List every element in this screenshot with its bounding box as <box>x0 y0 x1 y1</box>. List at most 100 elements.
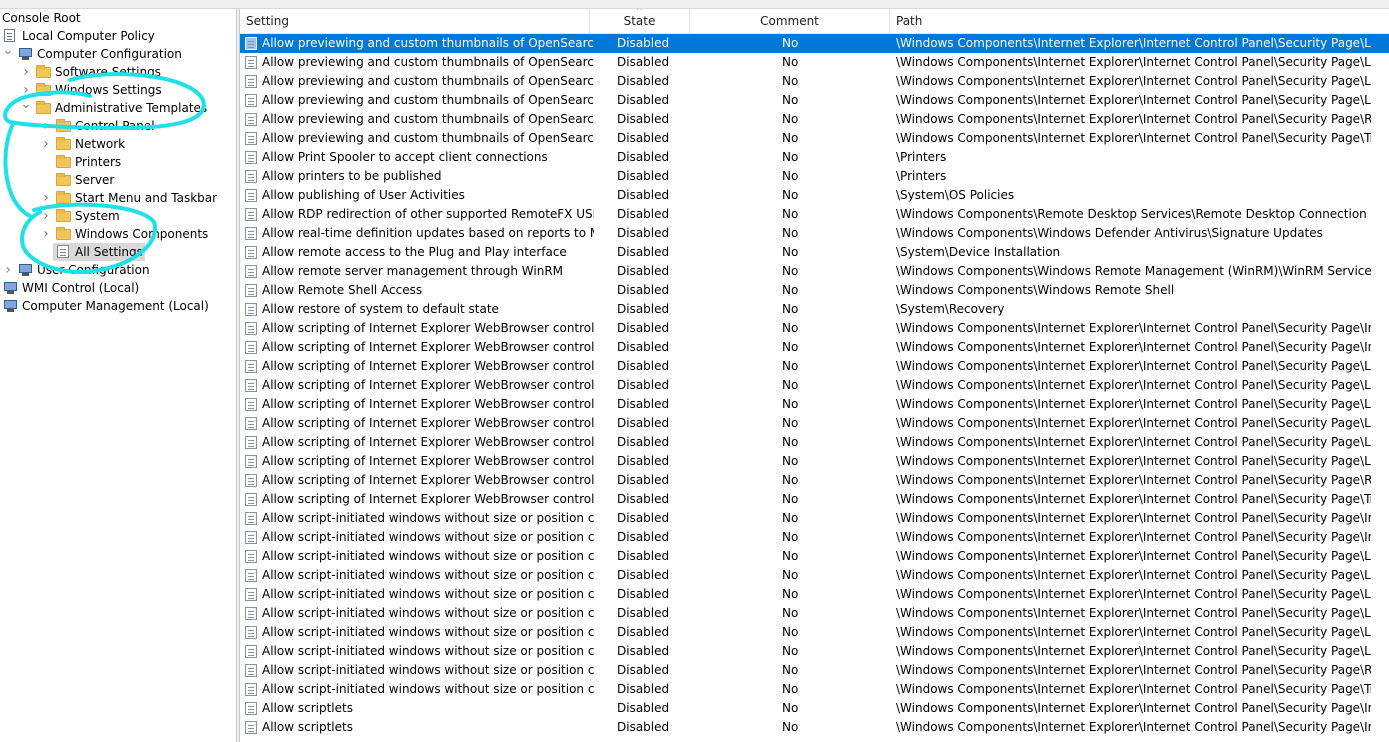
table-row[interactable]: Allow script-initiated windows without s… <box>240 661 1389 680</box>
table-row[interactable]: Allow script-initiated windows without s… <box>240 604 1389 623</box>
cell-state: Disabled <box>617 416 670 430</box>
table-row[interactable]: Allow scripting of Internet Explorer Web… <box>240 452 1389 471</box>
table-row[interactable]: Allow script-initiated windows without s… <box>240 642 1389 661</box>
tree-item-label: Control Panel <box>75 119 155 133</box>
table-row[interactable]: Allow RDP redirection of other supported… <box>240 205 1389 224</box>
chevron-right-icon[interactable]: › <box>40 225 52 243</box>
table-row[interactable]: Allow restore of system to default state… <box>240 300 1389 319</box>
table-row[interactable]: Allow script-initiated windows without s… <box>240 547 1389 566</box>
table-row[interactable]: Allow scripting of Internet Explorer Web… <box>240 357 1389 376</box>
folder-icon <box>56 155 72 169</box>
folder-icon <box>36 101 52 115</box>
table-row[interactable]: Allow script-initiated windows without s… <box>240 509 1389 528</box>
tree-item-label: Computer Management (Local) <box>22 299 209 313</box>
cell-state: Disabled <box>617 378 670 392</box>
settings-list[interactable]: Setting ^ State Comment Path Allow previ… <box>240 9 1389 742</box>
cell-state: Disabled <box>617 264 670 278</box>
cell-path: \Windows Components\Internet Explorer\In… <box>896 454 1371 468</box>
cell-comment: No <box>782 625 799 639</box>
table-row[interactable]: Allow script-initiated windows without s… <box>240 680 1389 699</box>
cell-setting: Allow publishing of User Activities <box>262 188 465 202</box>
table-row[interactable]: Allow remote server management through W… <box>240 262 1389 281</box>
cell-setting: Allow script-initiated windows without s… <box>262 663 594 677</box>
cell-path: \Windows Components\Internet Explorer\In… <box>896 549 1371 563</box>
column-header-setting[interactable]: Setting <box>240 9 590 33</box>
tree-item-label: Windows Components <box>75 227 209 241</box>
cell-setting: Allow scripting of Internet Explorer Web… <box>262 321 594 335</box>
tree-item-label: Local Computer Policy <box>22 29 155 43</box>
table-row[interactable]: Allow publishing of User Activities Disab… <box>240 186 1389 205</box>
table-row[interactable]: Allow scripting of Internet Explorer Web… <box>240 395 1389 414</box>
table-row[interactable]: Allow scripting of Internet Explorer Web… <box>240 319 1389 338</box>
cell-state: Disabled <box>617 302 670 316</box>
chevron-right-icon[interactable]: › <box>40 135 52 153</box>
tree-item-label: Computer Configuration <box>37 47 182 61</box>
cell-state: Disabled <box>617 549 670 563</box>
column-header-state-label: State <box>623 14 656 28</box>
folder-icon <box>56 119 72 133</box>
table-row[interactable]: Allow previewing and custom thumbnails o… <box>240 129 1389 148</box>
table-row[interactable]: Allow previewing and custom thumbnails o… <box>240 34 1389 53</box>
table-row[interactable]: Allow scripting of Internet Explorer Web… <box>240 471 1389 490</box>
chevron-down-icon[interactable]: ⌄ <box>20 98 32 117</box>
table-row[interactable]: Allow scripting of Internet Explorer Web… <box>240 414 1389 433</box>
cell-comment: No <box>782 340 799 354</box>
table-row[interactable]: Allow Print Spooler to accept client con… <box>240 148 1389 167</box>
table-row[interactable]: Allow previewing and custom thumbnails o… <box>240 53 1389 72</box>
table-row[interactable]: Allow scripting of Internet Explorer Web… <box>240 376 1389 395</box>
table-row[interactable]: Allow previewing and custom thumbnails o… <box>240 110 1389 129</box>
cell-state: Disabled <box>617 188 670 202</box>
setting-page-icon <box>245 53 261 72</box>
chevron-right-icon[interactable]: › <box>2 261 14 279</box>
setting-page-icon <box>245 110 261 129</box>
cell-path: \Windows Components\Internet Explorer\In… <box>896 663 1371 677</box>
column-header-comment[interactable]: Comment <box>690 9 890 33</box>
chevron-right-icon[interactable]: › <box>40 117 52 135</box>
console-tree[interactable]: Console Root Local Computer Policy ⌄ Comput… <box>0 9 236 742</box>
table-row[interactable]: Allow scripting of Internet Explorer Web… <box>240 433 1389 452</box>
tree-item-label: Software Settings <box>55 65 161 79</box>
table-row[interactable]: Allow script-initiated windows without s… <box>240 528 1389 547</box>
chevron-right-icon[interactable]: › <box>20 63 32 81</box>
table-row[interactable]: Allow script-initiated windows without s… <box>240 566 1389 585</box>
table-row[interactable]: Allow real-time definition updates based… <box>240 224 1389 243</box>
chevron-down-icon[interactable]: ⌄ <box>2 44 14 63</box>
column-header-state[interactable]: ^ State <box>590 9 690 33</box>
table-row[interactable]: Allow scriptlets Disabled No \Windows Compo… <box>240 718 1389 737</box>
cell-setting: Allow remote server management through W… <box>262 264 564 278</box>
setting-page-icon <box>245 509 261 528</box>
table-row[interactable]: Allow script-initiated windows without s… <box>240 623 1389 642</box>
cell-state: Disabled <box>617 701 670 715</box>
column-header-comment-label: Comment <box>760 14 819 28</box>
cell-path: \Windows Components\Internet Explorer\In… <box>896 74 1371 88</box>
table-row[interactable]: Allow scriptlets Disabled No \Windows Compo… <box>240 699 1389 718</box>
cell-setting: Allow script-initiated windows without s… <box>262 549 594 563</box>
cell-comment: No <box>782 663 799 677</box>
table-row[interactable]: Allow previewing and custom thumbnails o… <box>240 72 1389 91</box>
cell-setting: Allow previewing and custom thumbnails o… <box>262 74 594 88</box>
sort-ascending-icon: ^ <box>636 9 643 15</box>
table-row[interactable]: Allow printers to be published Disabled No… <box>240 167 1389 186</box>
tree-item-label: Start Menu and Taskbar <box>75 191 218 205</box>
chevron-right-icon[interactable]: › <box>40 189 52 207</box>
cell-state: Disabled <box>617 283 670 297</box>
cell-comment: No <box>782 568 799 582</box>
setting-page-icon <box>245 566 261 585</box>
cell-path: \Windows Components\Internet Explorer\In… <box>896 378 1371 392</box>
cell-setting: Allow Remote Shell Access <box>262 283 423 297</box>
table-row[interactable]: Allow remote access to the Plug and Play… <box>240 243 1389 262</box>
chevron-right-icon[interactable]: › <box>40 207 52 225</box>
tree-item-label: Windows Settings <box>55 83 162 97</box>
table-row[interactable]: Allow previewing and custom thumbnails o… <box>240 91 1389 110</box>
cell-comment: No <box>782 36 799 50</box>
cell-path: \Windows Components\Internet Explorer\In… <box>896 321 1371 335</box>
setting-page-icon <box>245 585 261 604</box>
table-row[interactable]: Allow scripting of Internet Explorer Web… <box>240 490 1389 509</box>
table-row[interactable]: Allow Remote Shell Access Disabled No \Wind… <box>240 281 1389 300</box>
cell-state: Disabled <box>617 397 670 411</box>
column-header-path[interactable]: Path <box>890 9 1389 33</box>
table-row[interactable]: Allow script-initiated windows without s… <box>240 585 1389 604</box>
cell-comment: No <box>782 93 799 107</box>
table-row[interactable]: Allow scripting of Internet Explorer Web… <box>240 338 1389 357</box>
folder-icon <box>56 191 72 205</box>
